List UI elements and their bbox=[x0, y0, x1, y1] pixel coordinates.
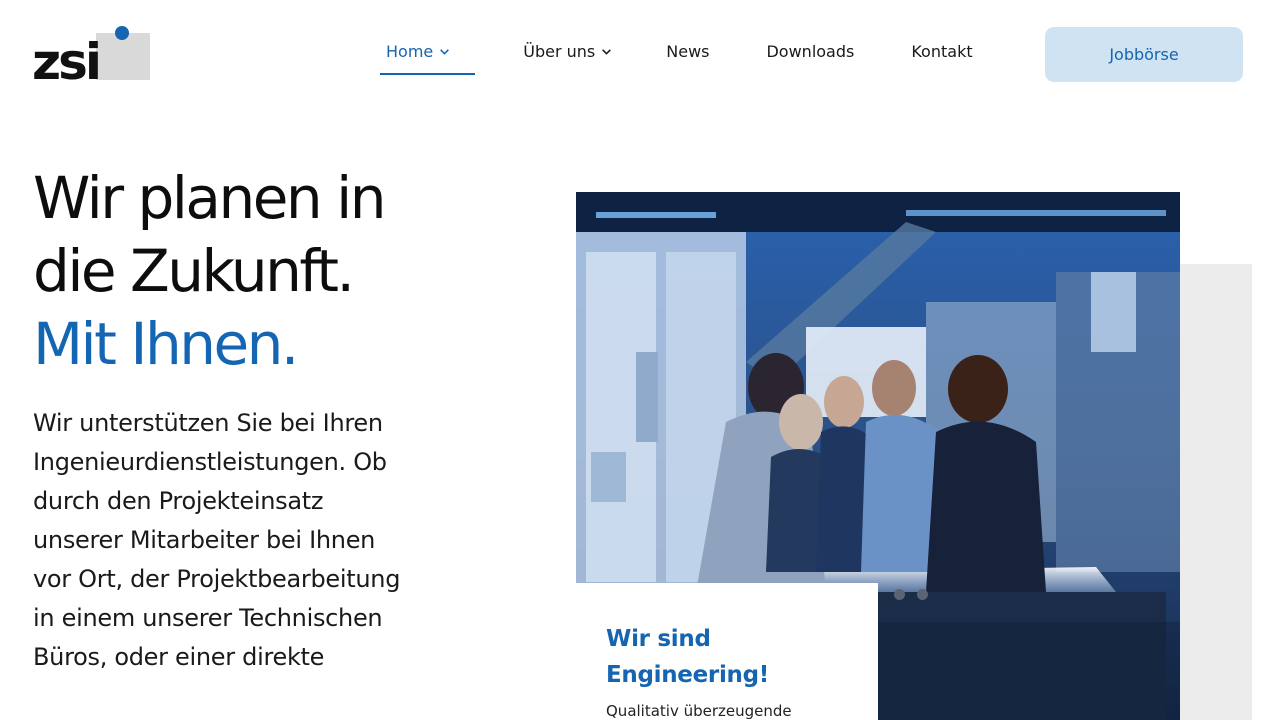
hero-description: Wir unterstützen Sie bei Ihren Ingenieur… bbox=[33, 409, 401, 671]
slider-dot[interactable] bbox=[894, 589, 905, 600]
zsi-logo[interactable]: zsi bbox=[32, 26, 152, 91]
intro-card: Wir sind Engineering! Qualitativ überzeu… bbox=[576, 583, 878, 720]
nav-item-ueber-uns[interactable]: Über uns bbox=[517, 38, 618, 75]
nav-item-label: Downloads bbox=[766, 42, 855, 61]
nav-item-label: Kontakt bbox=[911, 42, 973, 61]
nav-item-home[interactable]: Home bbox=[380, 38, 476, 75]
nav-item-label: News bbox=[666, 42, 710, 61]
slider-dot[interactable] bbox=[917, 589, 928, 600]
card-text: Qualitativ überzeugende bbox=[606, 702, 792, 720]
chevron-down-icon bbox=[439, 46, 450, 57]
main-nav: Home Über uns News Downloads Kontakt bbox=[380, 38, 1021, 76]
decorative-gray-block bbox=[1180, 264, 1252, 720]
jobboerse-button[interactable]: Jobbörse bbox=[1045, 27, 1243, 82]
nav-item-kontakt[interactable]: Kontakt bbox=[905, 38, 978, 75]
nav-item-label: Home bbox=[386, 42, 434, 61]
nav-item-news[interactable]: News bbox=[660, 38, 715, 75]
card-title: Wir sind Engineering! bbox=[606, 626, 769, 688]
chevron-down-icon bbox=[601, 46, 612, 57]
hero-title-accent: Mit Ihnen. bbox=[33, 310, 299, 378]
logo-graphic: zsi bbox=[32, 26, 150, 91]
hero-title-line: Wir planen in bbox=[33, 164, 386, 232]
nav-item-downloads[interactable]: Downloads bbox=[760, 38, 860, 75]
slider-dots bbox=[894, 589, 928, 600]
hero-title: Wir planen in die Zukunft. Mit Ihnen. bbox=[33, 162, 386, 381]
hero-title-line: die Zukunft. bbox=[33, 237, 355, 305]
nav-item-label: Über uns bbox=[523, 42, 596, 61]
logo-text: zsi bbox=[34, 33, 99, 82]
